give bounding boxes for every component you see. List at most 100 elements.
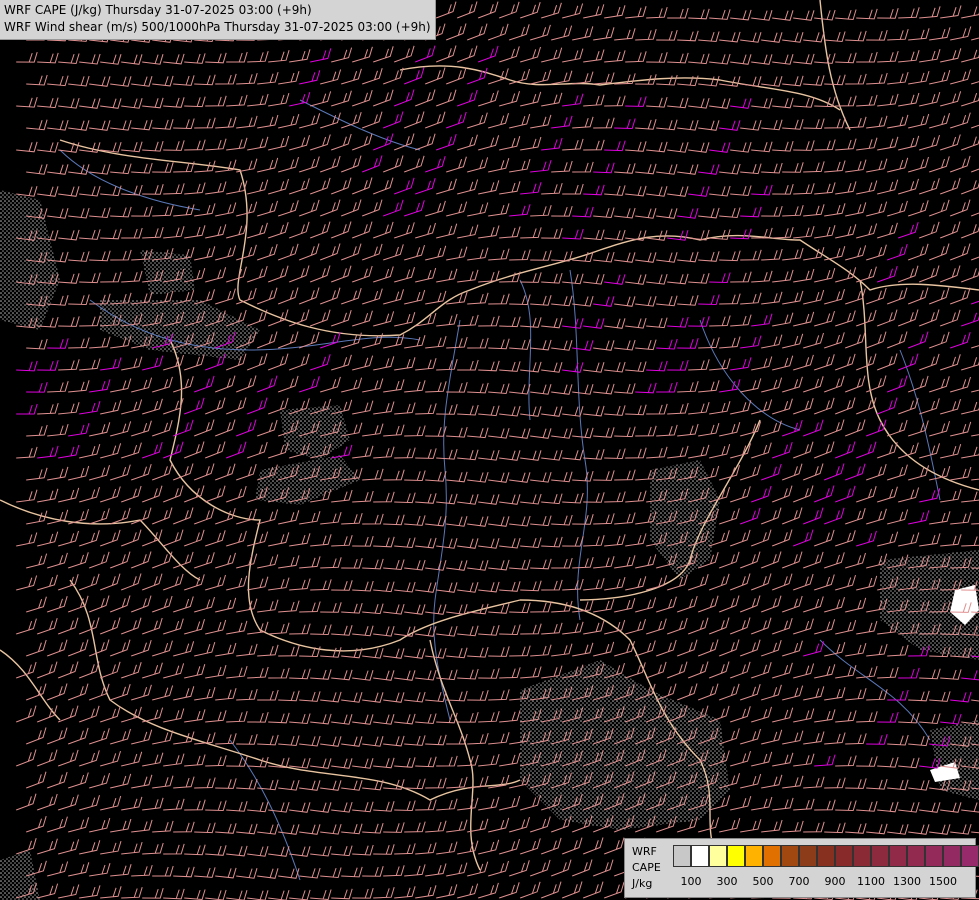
- wind-barb-icon: [320, 376, 341, 393]
- wind-barb-icon: [299, 601, 321, 613]
- wind-barb-icon: [394, 757, 416, 768]
- wind-barb-icon: [835, 800, 857, 812]
- wind-barb-icon: [68, 817, 90, 833]
- wind-barb-icon: [929, 243, 950, 261]
- wind-barb-icon: [446, 776, 468, 789]
- wind-barb-icon: [362, 68, 383, 85]
- wind-barb-icon: [37, 705, 58, 723]
- wind-barb-icon: [341, 377, 363, 393]
- wind-barb-icon: [677, 639, 698, 657]
- wind-barb-icon: [635, 119, 657, 130]
- wind-barb-icon: [58, 97, 80, 109]
- wind-barb-icon: [310, 845, 332, 857]
- wind-barb-icon: [772, 441, 793, 459]
- wind-barb-icon: [194, 867, 216, 878]
- wind-barb-icon: [772, 312, 794, 327]
- wind-barb-icon: [247, 801, 269, 813]
- wind-barb-icon: [278, 735, 300, 747]
- wind-barb-icon: [961, 491, 979, 503]
- cape-area: [100, 300, 260, 360]
- wind-barb-icon: [520, 2, 541, 19]
- legend-swatch: [889, 845, 907, 867]
- wind-barb-icon: [163, 485, 184, 503]
- wind-barb-icon: [289, 533, 311, 547]
- wind-barb-icon: [478, 839, 500, 855]
- wind-barb-icon: [278, 113, 300, 129]
- wind-barb-icon: [950, 26, 972, 41]
- wind-barb-icon: [289, 135, 310, 151]
- wind-barb-icon: [730, 314, 752, 327]
- wind-barb-icon: [289, 265, 310, 283]
- wind-barb-icon: [698, 207, 720, 219]
- wind-barb-icon: [320, 602, 342, 613]
- wind-barb-icon: [919, 91, 941, 107]
- wind-barb-icon: [940, 398, 961, 415]
- wind-barb-icon: [131, 119, 153, 131]
- wind-barb-icon: [425, 777, 447, 789]
- weather-map: WRF CAPE (J/kg) Thursday 31-07-2025 03:0…: [0, 0, 979, 900]
- wind-barb-icon: [772, 140, 794, 152]
- wind-barb-icon: [362, 288, 383, 305]
- wind-barb-icon: [667, 617, 688, 635]
- wind-barb-icon: [16, 793, 37, 811]
- wind-barb-icon: [614, 163, 636, 174]
- wind-barb-icon: [289, 578, 311, 591]
- wind-barb-icon: [467, 247, 489, 261]
- wind-barb-icon: [562, 273, 584, 285]
- wind-barb-icon: [68, 294, 90, 306]
- wind-barb-icon: [625, 141, 647, 152]
- wind-barb-icon: [257, 331, 278, 349]
- wind-barb-icon: [919, 49, 941, 63]
- wind-barb-icon: [877, 801, 899, 813]
- wind-barb-icon: [772, 707, 794, 723]
- wind-barb-icon: [331, 625, 353, 636]
- wind-barb-icon: [257, 868, 279, 879]
- wind-barb-icon: [373, 401, 395, 415]
- wind-barb-icon: [940, 5, 962, 19]
- wind-barb-icon: [331, 489, 353, 503]
- wind-barb-icon: [404, 335, 426, 349]
- wind-barb-icon: [803, 75, 825, 86]
- wind-barb-icon: [26, 119, 48, 131]
- wind-barb-icon: [205, 800, 227, 812]
- wind-barb-icon: [110, 421, 132, 437]
- wind-barb-icon: [551, 205, 573, 217]
- wind-barb-icon: [509, 559, 531, 570]
- wind-barb-icon: [488, 338, 510, 350]
- wind-barb-icon: [142, 97, 164, 109]
- wind-barb-icon: [845, 642, 867, 657]
- wind-barb-icon: [751, 10, 773, 21]
- wind-barb-icon: [908, 824, 930, 835]
- wind-barb-icon: [68, 120, 90, 131]
- wind-barb-icon: [593, 117, 615, 129]
- wind-barb-icon: [751, 751, 773, 767]
- wind-barb-icon: [26, 338, 48, 350]
- wind-barb-icon: [541, 272, 563, 284]
- wind-barb-icon: [961, 446, 979, 459]
- wind-barb-icon: [551, 384, 573, 395]
- wind-barb-icon: [47, 861, 69, 877]
- wind-barb-icon: [961, 136, 979, 151]
- wind-barb-icon: [341, 199, 362, 217]
- wind-barb-icon: [89, 551, 110, 569]
- wind-barb-icon: [719, 595, 740, 613]
- wind-barb-icon: [719, 163, 741, 175]
- wind-barb-icon: [16, 749, 37, 767]
- wind-barb-icon: [79, 486, 100, 503]
- wind-barb-icon: [121, 485, 142, 503]
- wind-barb-icon: [887, 287, 908, 305]
- wind-barb-icon: [142, 398, 163, 415]
- wind-barb-icon: [268, 622, 290, 635]
- wind-barb-icon: [373, 714, 395, 725]
- wind-barb-icon: [394, 447, 416, 459]
- wind-barb-icon: [205, 485, 226, 503]
- wind-barb-icon: [394, 886, 416, 899]
- wind-barb-icon: [415, 178, 436, 195]
- wind-barb-icon: [331, 90, 352, 107]
- wind-barb-icon: [110, 639, 131, 657]
- wind-barb-icon: [331, 714, 353, 725]
- wind-barb-icon: [562, 3, 584, 19]
- wind-barb-icon: [824, 419, 845, 437]
- wind-barb-icon: [131, 162, 153, 174]
- wind-barb-icon: [163, 663, 185, 679]
